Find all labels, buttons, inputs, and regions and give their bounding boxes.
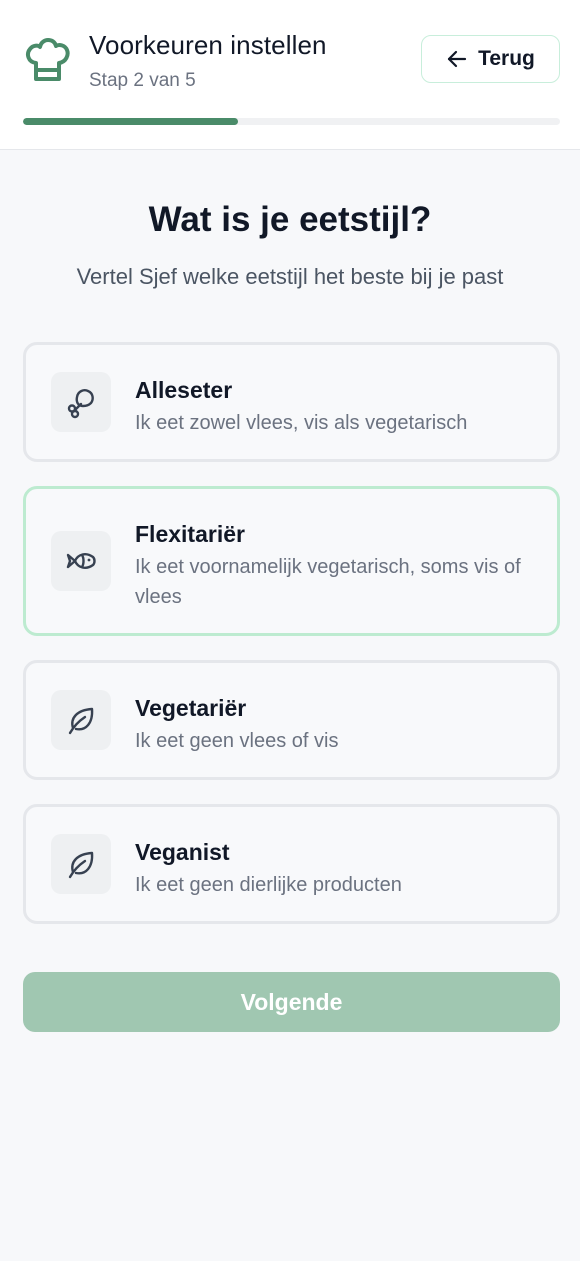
option-title: Alleseter [135, 377, 233, 403]
option-vegetarier[interactable]: Vegetariër Ik eet geen vlees of vis [23, 660, 560, 780]
header: Voorkeuren instellen Stap 2 van 5 Terug [0, 0, 580, 150]
question-heading: Wat is je eetstijl? [148, 200, 432, 239]
option-title: Vegetariër [135, 695, 247, 721]
chef-hat-icon [24, 38, 70, 82]
next-button[interactable]: Volgende [23, 972, 560, 1032]
leaf-icon [51, 690, 111, 750]
option-flexitarier[interactable]: Flexitariër Ik eet voornamelijk vegetari… [23, 486, 560, 636]
arrow-left-icon [448, 50, 467, 68]
option-description: Ik eet geen vlees of vis [135, 730, 339, 752]
question-subheading: Vertel Sjef welke eetstijl het beste bij… [76, 264, 504, 289]
option-title: Flexitariër [135, 521, 245, 547]
option-description: Ik eet voornamelijk vegetarisch, soms vi… [135, 556, 521, 608]
option-title: Veganist [135, 839, 230, 865]
progress-bar-fill [23, 118, 238, 125]
fish-icon [51, 531, 111, 591]
leaf-icon [51, 834, 111, 894]
option-veganist[interactable]: Veganist Ik eet geen dierlijke producten [23, 804, 560, 924]
back-button[interactable]: Terug [421, 35, 560, 83]
option-description: Ik eet zowel vlees, vis als vegetarisch [135, 412, 468, 434]
drumstick-icon [51, 372, 111, 432]
option-description: Ik eet geen dierlijke producten [135, 874, 402, 896]
option-alleseter[interactable]: Alleseter Ik eet zowel vlees, vis als ve… [23, 342, 560, 462]
page-title: Voorkeuren instellen [89, 30, 327, 60]
back-button-label: Terug [478, 47, 535, 70]
step-indicator: Stap 2 van 5 [89, 70, 196, 91]
progress-bar [23, 118, 560, 125]
